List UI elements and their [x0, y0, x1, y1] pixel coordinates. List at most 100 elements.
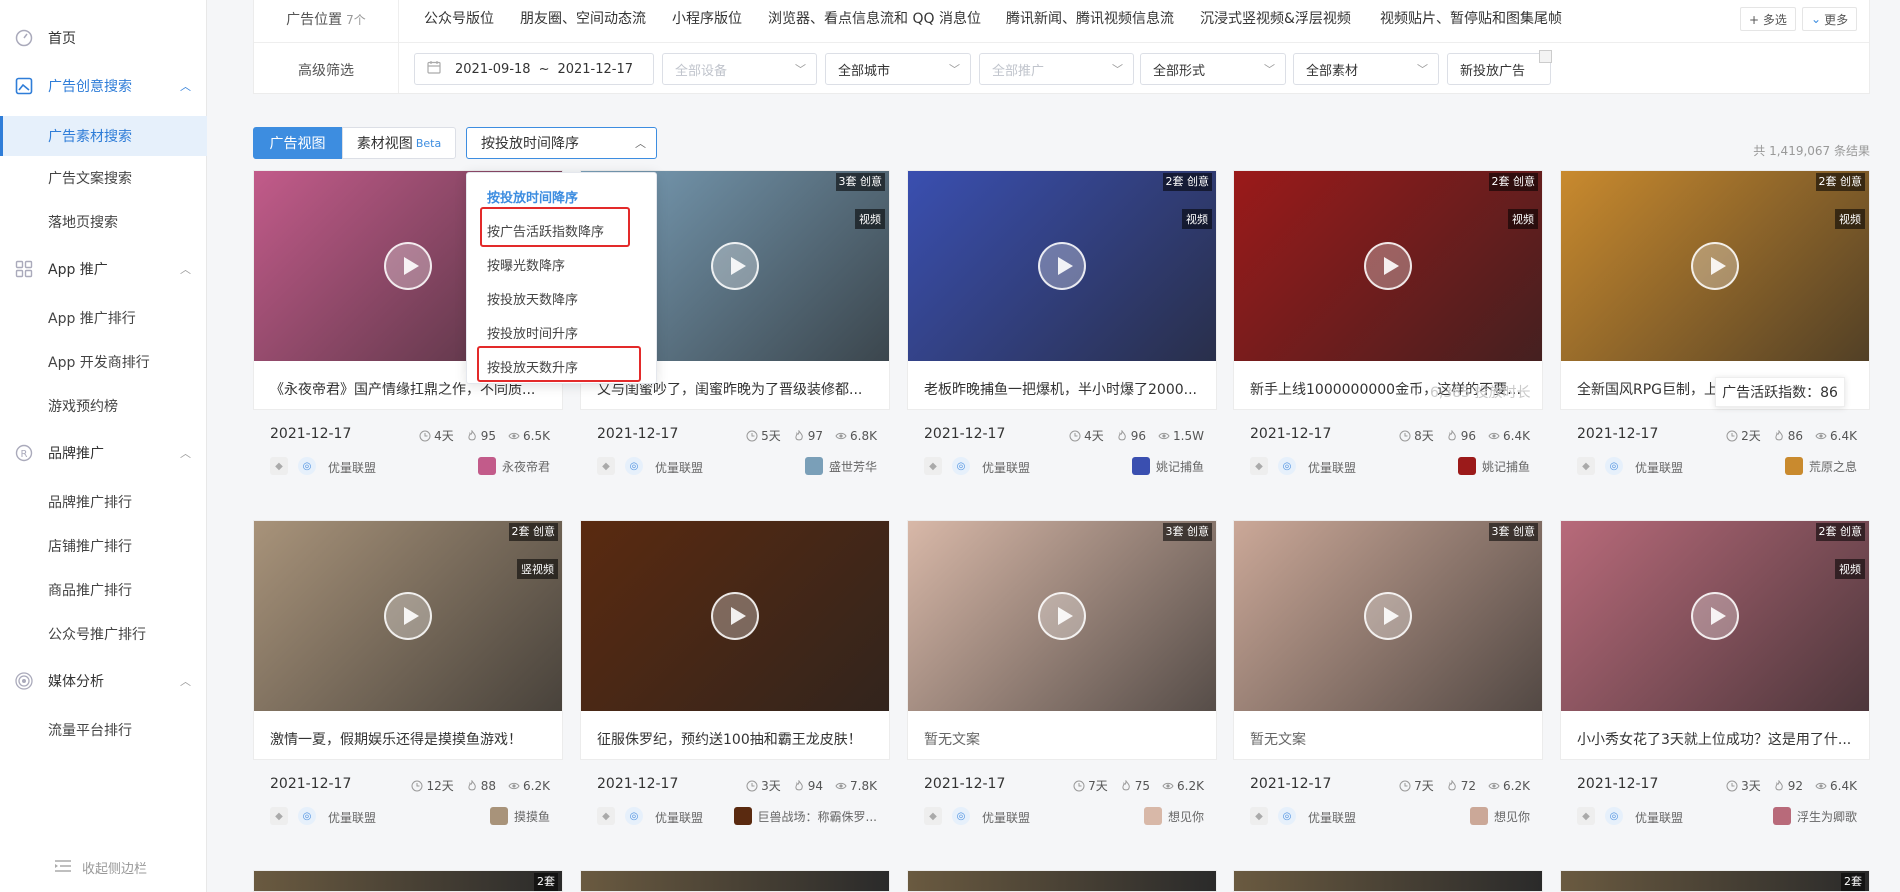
play-icon[interactable]	[711, 242, 759, 290]
heat-stat[interactable]: 92	[1773, 777, 1803, 794]
date-range-picker[interactable]: 2021-09-18 ~ 2021-12-17	[414, 53, 654, 85]
heat-stat[interactable]: 96	[1116, 427, 1146, 444]
ad-title[interactable]: 暂无文案	[924, 729, 1204, 749]
sidebar-item-goods-rank[interactable]: 商品推广排行	[0, 572, 207, 608]
device-select[interactable]: 全部设备 ﹀	[662, 53, 817, 85]
sidebar-item-app-rank[interactable]: App 推广排行	[0, 300, 207, 336]
play-icon[interactable]	[384, 242, 432, 290]
form-select[interactable]: 全部形式 ﹀	[1140, 53, 1286, 85]
advertiser[interactable]: 巨兽战场：称霸侏罗...	[733, 807, 877, 825]
sidebar-group-creative[interactable]: 广告创意搜索 ︿	[0, 68, 207, 104]
sidebar-group-media[interactable]: 媒体分析 ︿	[0, 663, 207, 699]
tab-material-view[interactable]: 素材视图 Beta	[342, 127, 456, 159]
promotion-select[interactable]: 全部推广 ﹀	[979, 53, 1134, 85]
sort-option-exposure-desc[interactable]: 按曝光数降序	[487, 255, 565, 274]
advertiser[interactable]: 荒原之息	[1784, 457, 1857, 475]
ad-thumbnail[interactable]: 3套 创意	[1234, 521, 1542, 711]
sidebar-item-store-rank[interactable]: 店铺推广排行	[0, 528, 207, 564]
advertiser[interactable]: 想见你	[1469, 807, 1530, 825]
play-icon[interactable]	[1691, 592, 1739, 640]
position-option[interactable]: 浏览器、看点信息流和 QQ 消息位	[768, 8, 981, 28]
position-option[interactable]: 公众号版位	[424, 8, 494, 28]
play-icon[interactable]	[711, 592, 759, 640]
advertiser[interactable]: 浮生为卿歌	[1772, 807, 1857, 825]
play-icon[interactable]	[384, 592, 432, 640]
ad-thumbnail[interactable]: 2套 创意 视频	[908, 171, 1216, 361]
days-stat: 4天	[419, 427, 454, 444]
advertiser[interactable]: 想见你	[1143, 807, 1204, 825]
sidebar-item-traffic-rank[interactable]: 流量平台排行	[0, 712, 207, 748]
ad-card-partial[interactable]	[1233, 870, 1543, 892]
ad-thumbnail[interactable]: 2套 创意 视频	[1234, 171, 1542, 361]
ad-card[interactable]: 3套 创意 暂无文案 2021-12-17 7天 75 6.2K ◆ ◎ 优量联盟 想见你	[907, 520, 1217, 825]
play-icon[interactable]	[1691, 242, 1739, 290]
sidebar-group-brand[interactable]: R 品牌推广 ︿	[0, 435, 207, 471]
play-icon[interactable]	[1038, 242, 1086, 290]
advertiser[interactable]: 姚记捕鱼	[1131, 457, 1204, 475]
clock-icon	[1399, 780, 1411, 791]
ad-title[interactable]: 小小秀女花了3天就上位成功？这是用了什...	[1577, 729, 1857, 749]
heat-stat[interactable]: 95	[466, 427, 496, 444]
sidebar-item-landing-search[interactable]: 落地页搜索	[0, 204, 207, 240]
position-option[interactable]: 朋友圈、空间动态流	[520, 8, 646, 28]
ad-card[interactable]: 2套 创意 视频 新手上线1000000000金币，这样的不要太... 2021-12…	[1233, 170, 1543, 475]
heat-stat[interactable]: 75	[1120, 777, 1150, 794]
ad-title[interactable]: 激情一夏，假期娱乐还得是摸摸鱼游戏！	[270, 729, 550, 749]
position-option[interactable]: 腾讯新闻、腾讯视频信息流	[1006, 8, 1174, 28]
city-select[interactable]: 全部城市 ﹀	[825, 53, 971, 85]
ad-card-partial[interactable]	[580, 870, 890, 892]
sort-select[interactable]: 按投放时间降序 ︿	[466, 127, 657, 159]
sort-option-days-desc[interactable]: 按投放天数降序	[487, 289, 578, 308]
ad-thumbnail[interactable]	[581, 521, 889, 711]
advertiser[interactable]: 盛世芳华	[804, 457, 877, 475]
multi-select-button[interactable]: + 多选	[1740, 7, 1796, 31]
ad-thumbnail[interactable]: 2套 创意 视频	[1561, 521, 1869, 711]
sidebar-item-copy-search[interactable]: 广告文案搜索	[0, 160, 207, 196]
sidebar-item-material-search[interactable]: 广告素材搜索	[0, 116, 207, 156]
sidebar-group-app[interactable]: App 推广 ︿	[0, 251, 207, 287]
ad-title[interactable]: 暂无文案	[1250, 729, 1530, 749]
sidebar-item-oa-rank[interactable]: 公众号推广排行	[0, 616, 207, 652]
heat-stat[interactable]: 86	[1773, 427, 1803, 444]
heat-stat[interactable]: 72	[1446, 777, 1476, 794]
more-button[interactable]: ⌄ 更多	[1802, 7, 1858, 31]
sidebar-item-brand-rank[interactable]: 品牌推广排行	[0, 484, 207, 520]
play-icon[interactable]	[1364, 592, 1412, 640]
ad-title[interactable]: 征服侏罗纪，预约送100抽和霸王龙皮肤！	[597, 729, 877, 749]
advertiser[interactable]: 姚记捕鱼	[1457, 457, 1530, 475]
collapse-sidebar-button[interactable]: 收起侧边栏	[54, 858, 147, 877]
ad-thumbnail[interactable]: 2套 创意 竖视频	[254, 521, 562, 711]
sidebar-item-home[interactable]: 首页	[0, 20, 207, 56]
ad-card-partial[interactable]: 2套	[1560, 870, 1870, 892]
advertiser[interactable]: 摸摸鱼	[489, 807, 550, 825]
ad-thumbnail[interactable]: 3套 创意	[908, 521, 1216, 711]
media-type-badge: 竖视频	[517, 559, 558, 579]
ad-thumbnail[interactable]: 2套 创意 视频	[1561, 171, 1869, 361]
advertiser[interactable]: 永夜帝君	[477, 457, 550, 475]
material-select[interactable]: 全部素材 ﹀	[1293, 53, 1439, 85]
position-option[interactable]: 小程序版位	[672, 8, 742, 28]
ad-card[interactable]: 3套 创意 暂无文案 2021-12-17 7天 72 6.2K ◆ ◎ 优量联盟 想见你	[1233, 520, 1543, 825]
ad-card[interactable]: 2套 创意 视频 全新国风RPG巨制，上线送... 2021-12-17 2天 86 6.4…	[1560, 170, 1870, 475]
tab-ad-view[interactable]: 广告视图	[253, 127, 342, 159]
sidebar-item-preorder[interactable]: 游戏预约榜	[0, 388, 207, 424]
sort-option-time-asc[interactable]: 按投放时间升序	[487, 323, 578, 342]
sort-option-time-desc[interactable]: 按投放时间降序	[487, 187, 578, 206]
ad-card-partial[interactable]	[907, 870, 1217, 892]
heat-stat[interactable]: 88	[466, 777, 496, 794]
ad-card[interactable]: 2套 创意 视频 小小秀女花了3天就上位成功？这是用了什... 2021-12-17 3…	[1560, 520, 1870, 825]
ad-card[interactable]: 2套 创意 视频 老板昨晚捕鱼一把爆机，半小时爆了2000... 2021-12-17…	[907, 170, 1217, 475]
ad-card-partial[interactable]: 2套	[253, 870, 563, 892]
ad-title[interactable]: 老板昨晚捕鱼一把爆机，半小时爆了2000...	[924, 379, 1204, 399]
play-icon[interactable]	[1364, 242, 1412, 290]
position-option[interactable]: 视频贴片、暂停贴和图集尾帧	[1380, 8, 1562, 28]
play-icon[interactable]	[1038, 592, 1086, 640]
heat-stat[interactable]: 97	[793, 427, 823, 444]
new-ad-toggle[interactable]: 新投放广告	[1447, 50, 1552, 85]
heat-stat[interactable]: 94	[793, 777, 823, 794]
heat-stat[interactable]: 96	[1446, 427, 1476, 444]
sidebar-item-dev-rank[interactable]: App 开发商排行	[0, 344, 207, 380]
ad-card[interactable]: 2套 创意 竖视频 激情一夏，假期娱乐还得是摸摸鱼游戏！ 2021-12-17 12天 8…	[253, 520, 563, 825]
ad-card[interactable]: 征服侏罗纪，预约送100抽和霸王龙皮肤！ 2021-12-17 3天 94 7.8K ◆ ◎…	[580, 520, 890, 825]
position-option[interactable]: 沉浸式竖视频&浮层视频	[1200, 8, 1351, 28]
